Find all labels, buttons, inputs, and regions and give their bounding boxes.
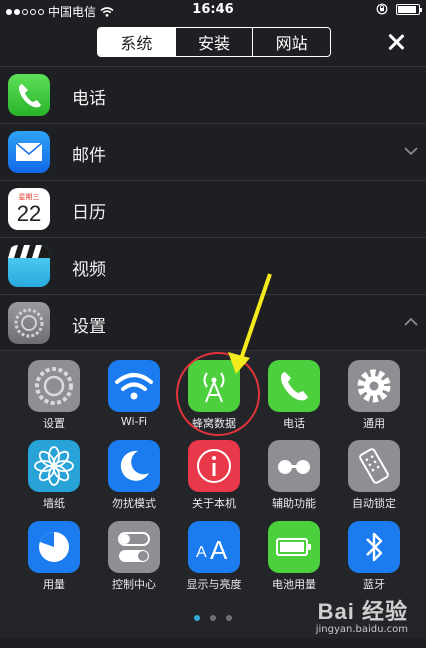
shortcut-label: 设置 <box>43 417 65 430</box>
shortcut-battery[interactable]: 电池用量 <box>254 521 334 592</box>
app-label: 电话 <box>72 89 106 109</box>
chevron-down-icon[interactable] <box>404 144 418 158</box>
phone-icon <box>8 74 50 116</box>
video-icon <box>8 245 50 287</box>
tab-system[interactable]: 系统 <box>98 28 175 56</box>
rotation-lock-icon <box>376 3 388 15</box>
list-item-mail[interactable]: 邮件 <box>0 123 426 180</box>
page-dot[interactable] <box>194 615 200 621</box>
page-dot[interactable] <box>210 615 216 621</box>
shortcut-label: 辅助功能 <box>272 497 316 510</box>
shortcut-info[interactable]: 关于本机 <box>174 440 254 511</box>
shortcut-label: 墙纸 <box>43 497 65 510</box>
toggles-icon <box>108 521 160 573</box>
shortcut-label: 勿扰模式 <box>112 497 156 510</box>
text-size-icon: AA <box>188 521 240 573</box>
shortcut-label: 电池用量 <box>272 578 316 591</box>
app-label: 视频 <box>72 260 106 280</box>
shortcut-wallpaper[interactable]: 墙纸 <box>14 440 94 511</box>
settings-icon <box>8 302 50 344</box>
gear-icon <box>348 360 400 412</box>
shortcut-toggles[interactable]: 控制中心 <box>94 521 174 592</box>
chevron-up-icon[interactable] <box>404 315 418 329</box>
shortcut-label: Wi-Fi <box>120 415 148 428</box>
app-label: 设置 <box>72 317 106 337</box>
status-right <box>376 3 422 15</box>
moon-icon <box>108 440 160 492</box>
tab-installed[interactable]: 安装 <box>174 28 253 56</box>
mail-icon <box>8 131 50 173</box>
list-item-phone[interactable]: 电话 <box>0 66 426 123</box>
close-button[interactable] <box>382 28 410 56</box>
shortcut-label: 控制中心 <box>112 578 156 591</box>
wifi-icon <box>108 360 160 412</box>
shortcut-label: 通用 <box>363 417 385 430</box>
shortcut-lock-remote[interactable]: 自动锁定 <box>334 440 414 511</box>
lock-remote-icon <box>348 440 400 492</box>
shortcut-label: 用量 <box>43 578 65 591</box>
svg-text:A: A <box>196 544 207 561</box>
status-bar: 中国电信 16:46 <box>0 0 426 20</box>
watermark: Bai 经验 jingyan.baidu.com <box>316 594 408 635</box>
usage-pie-icon <box>28 521 80 573</box>
wallpaper-icon <box>28 440 80 492</box>
tab-websites[interactable]: 网站 <box>252 28 330 56</box>
status-time: 16:46 <box>192 2 234 17</box>
svg-text:A: A <box>210 535 228 565</box>
app-label: 邮件 <box>72 146 106 166</box>
shortcut-usage-pie[interactable]: 用量 <box>14 521 94 592</box>
page-dot[interactable] <box>226 615 232 621</box>
calendar-icon: 星期三 22 <box>8 188 50 230</box>
app-label: 日历 <box>72 203 106 223</box>
shortcut-moon[interactable]: 勿扰模式 <box>94 440 174 511</box>
battery-icon <box>396 3 422 15</box>
shortcut-label: 电话 <box>283 417 305 430</box>
shortcut-bluetooth[interactable]: 蓝牙 <box>334 521 414 592</box>
shortcut-label: 关于本机 <box>192 497 236 510</box>
bluetooth-icon <box>348 521 400 573</box>
accessibility-icon <box>268 440 320 492</box>
pointer-arrow-icon <box>228 273 272 374</box>
list-item-calendar[interactable]: 星期三 22 日历 <box>0 180 426 237</box>
watermark-url: jingyan.baidu.com <box>315 624 408 635</box>
shortcut-gear[interactable]: 通用 <box>334 360 414 431</box>
list-item-video[interactable]: 视频 <box>0 237 426 294</box>
shortcut-label: 自动锁定 <box>352 497 396 510</box>
info-icon <box>188 440 240 492</box>
tab-bar: 系统 安装 网站 <box>97 27 331 57</box>
watermark-brand: Bai 经验 <box>317 599 408 624</box>
settings-icon <box>28 360 80 412</box>
shortcut-wifi[interactable]: Wi-Fi <box>94 360 174 428</box>
shortcut-text-size[interactable]: A A 显示与亮度 <box>174 521 254 592</box>
shortcut-accessibility[interactable]: 辅助功能 <box>254 440 334 511</box>
calendar-day: 22 <box>16 201 42 226</box>
shortcut-label: 蓝牙 <box>363 578 385 591</box>
list-item-settings[interactable]: 设置 <box>0 294 426 351</box>
shortcut-label: 显示与亮度 <box>186 578 242 591</box>
battery-icon <box>268 521 320 573</box>
shortcut-settings[interactable]: 设置 <box>14 360 94 431</box>
